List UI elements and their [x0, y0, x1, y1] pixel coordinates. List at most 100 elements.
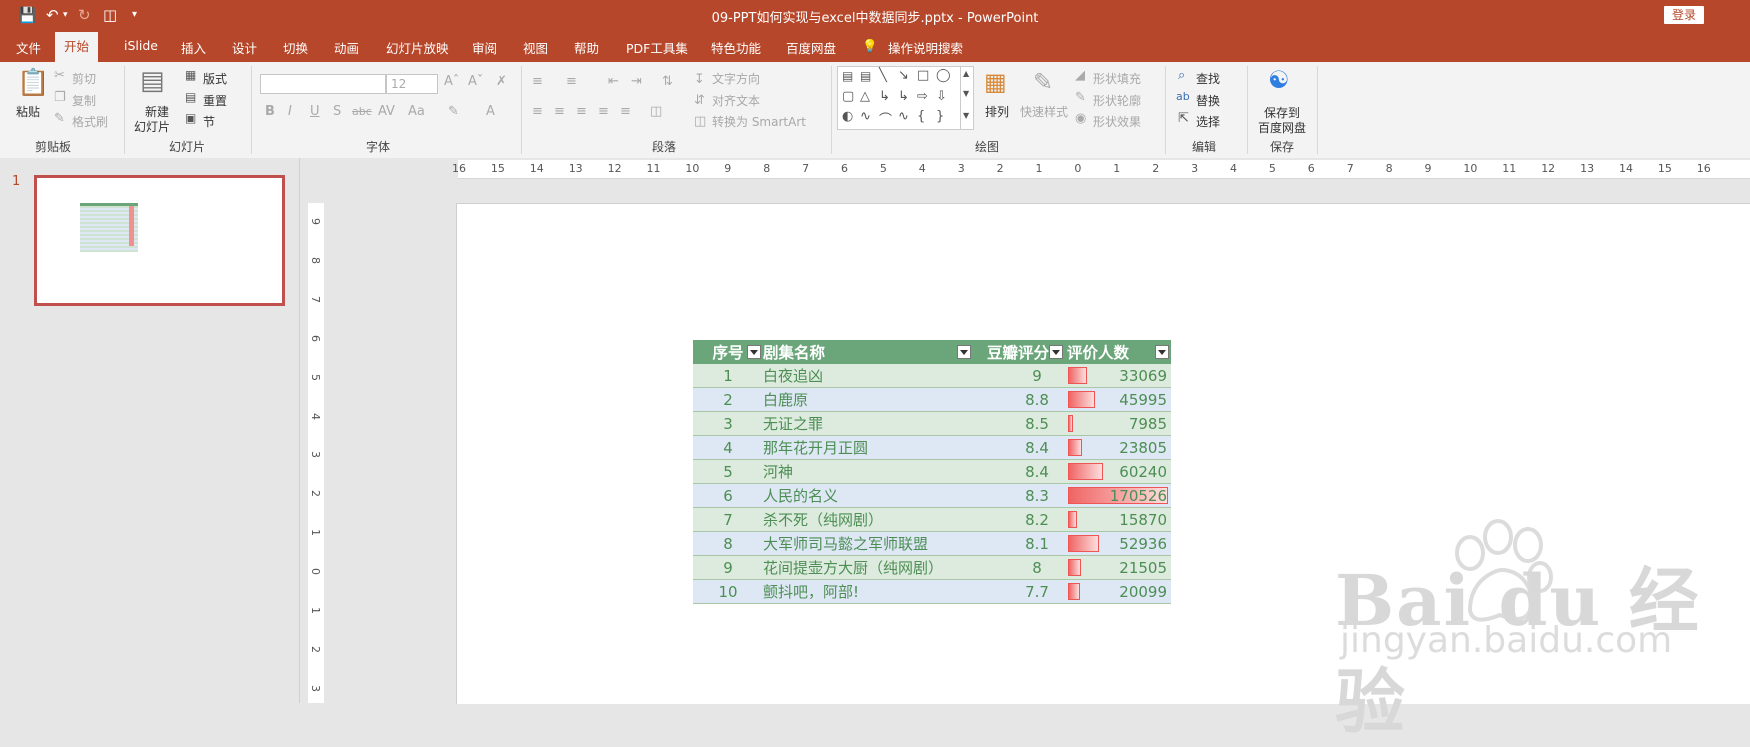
table-row[interactable]: 4 那年花开月正圆 8.4 23805 [693, 435, 1171, 460]
table-cell-score[interactable]: 8 [973, 555, 1065, 580]
tab-animations[interactable]: 动画 [334, 38, 359, 57]
table-cell-name[interactable]: 那年花开月正圆 [763, 435, 973, 460]
filter-dropdown-button[interactable] [747, 345, 761, 359]
text-direction-button[interactable]: 文字方向 [712, 70, 760, 87]
font-color-button[interactable]: A [486, 104, 495, 119]
triangle-shape-icon[interactable]: △ [860, 89, 870, 104]
new-slide-icon[interactable]: ▤ [140, 66, 165, 96]
align-right-icon[interactable]: ≡ [576, 104, 587, 119]
right-brace-shape-icon[interactable]: } [936, 109, 944, 124]
login-button[interactable]: 登录 [1664, 6, 1704, 24]
tab-insert[interactable]: 插入 [181, 38, 206, 57]
table-cell-score[interactable]: 8.2 [973, 507, 1065, 532]
vertical-textbox-shape-icon[interactable]: ▤ [860, 69, 871, 83]
wave-shape-icon[interactable]: ∿ [898, 109, 909, 124]
grow-font-icon[interactable]: Aˆ [444, 74, 459, 89]
data-table[interactable]: 序号 剧集名称 豆瓣评分 评价人数 1 白夜追凶 9 33069 2 白鹿原 8.8 4599… [693, 340, 1171, 604]
curve-shape-icon[interactable]: ⌒ [879, 109, 892, 128]
left-brace-shape-icon[interactable]: { [917, 109, 925, 124]
vertical-ruler[interactable]: 9 8 7 6 5 4 3 2 1 0 1 2 3 [308, 203, 324, 703]
tab-design[interactable]: 设计 [232, 38, 257, 57]
table-cell-score[interactable]: 8.1 [973, 531, 1065, 556]
table-cell-score[interactable]: 8.3 [973, 483, 1065, 508]
cut-button[interactable]: 剪切 [72, 70, 96, 87]
freeform-shape-icon[interactable]: ◐ [842, 109, 853, 124]
table-cell-id[interactable]: 6 [693, 483, 763, 508]
align-center-icon[interactable]: ≡ [554, 104, 565, 119]
font-size-select[interactable]: 12 [386, 74, 438, 94]
new-slide-label-2[interactable]: 幻灯片 [134, 118, 170, 135]
table-cell-id[interactable]: 8 [693, 531, 763, 556]
table-cell-name[interactable]: 花间提壶方大厨（纯网剧） [763, 555, 973, 580]
table-row[interactable]: 2 白鹿原 8.8 45995 [693, 387, 1171, 412]
shape-outline-button[interactable]: 形状轮廓 [1093, 92, 1141, 109]
shape-effects-button[interactable]: 形状效果 [1093, 113, 1141, 130]
tab-pdf-tools[interactable]: PDF工具集 [626, 38, 688, 57]
table-cell-count[interactable]: 33069 [1065, 364, 1171, 388]
table-cell-count[interactable]: 52936 [1065, 531, 1171, 556]
right-arrow-shape-icon[interactable]: ⇨ [917, 89, 928, 104]
textbox-shape-icon[interactable]: ▤ [842, 69, 853, 83]
distribute-icon[interactable]: ≡ [620, 104, 631, 119]
table-cell-score[interactable]: 8.8 [973, 387, 1065, 412]
table-row[interactable]: 7 杀不死（纯网剧） 8.2 15870 [693, 507, 1171, 532]
convert-smartart-button[interactable]: 转换为 SmartArt [712, 113, 806, 130]
table-cell-id[interactable]: 10 [693, 579, 763, 604]
tab-transitions[interactable]: 切换 [283, 38, 308, 57]
align-text-button[interactable]: 对齐文本 [712, 92, 760, 109]
arrange-button[interactable]: 排列 [985, 103, 1009, 120]
select-button[interactable]: 选择 [1196, 113, 1220, 130]
table-cell-score[interactable]: 7.7 [973, 579, 1065, 604]
tab-file[interactable]: 文件 [16, 38, 41, 57]
tab-baidu-netdisk[interactable]: 百度网盘 [786, 38, 836, 57]
filter-dropdown-button[interactable] [1155, 345, 1169, 359]
format-painter-button[interactable]: 格式刷 [72, 113, 108, 130]
table-cell-name[interactable]: 大军师司马懿之军师联盟 [763, 531, 973, 556]
tab-special-features[interactable]: 特色功能 [711, 38, 761, 57]
down-arrow-shape-icon[interactable]: ⇩ [936, 89, 947, 104]
table-row[interactable]: 5 河神 8.4 60240 [693, 459, 1171, 484]
quick-styles-button[interactable]: 快速样式 [1020, 103, 1068, 120]
layout-button[interactable]: 版式 [203, 70, 227, 87]
font-family-select[interactable] [260, 74, 386, 94]
table-cell-id[interactable]: 4 [693, 435, 763, 460]
table-row[interactable]: 1 白夜追凶 9 33069 [693, 364, 1171, 388]
table-cell-name[interactable]: 白鹿原 [763, 387, 973, 412]
quick-styles-icon[interactable]: ✎ [1033, 68, 1053, 96]
paste-icon[interactable]: 📋 [17, 68, 49, 98]
copy-button[interactable]: 复制 [72, 92, 96, 109]
shadow-button[interactable]: S [333, 104, 341, 119]
shape-fill-button[interactable]: 形状填充 [1093, 70, 1141, 87]
scroll-down-icon[interactable]: ▼ [963, 89, 969, 98]
shapes-scroll[interactable]: ▲ ▼ ▼ [960, 66, 974, 130]
table-cell-count[interactable]: 23805 [1065, 435, 1171, 460]
table-cell-count[interactable]: 20099 [1065, 579, 1171, 604]
paste-button[interactable]: 粘贴 [16, 103, 40, 120]
shapes-gallery[interactable]: ▤ ▤ ╲ ↘ □ ◯ ▢ △ ↳ ↳ ⇨ ⇩ ◐ ∿ ⌒ ∿ { } [837, 66, 961, 130]
numbering-icon[interactable]: ≡ [566, 74, 577, 89]
table-cell-count[interactable]: 45995 [1065, 387, 1171, 412]
baidu-netdisk-icon[interactable]: ☯ [1268, 66, 1290, 94]
table-cell-score[interactable]: 8.5 [973, 411, 1065, 436]
change-case-button[interactable]: Aa [408, 104, 425, 119]
scribble-shape-icon[interactable]: ∿ [860, 109, 871, 124]
table-cell-name[interactable]: 无证之罪 [763, 411, 973, 436]
replace-button[interactable]: 替换 [1196, 92, 1220, 109]
table-row[interactable]: 6 人民的名义 8.3 170526 [693, 483, 1171, 508]
table-row[interactable]: 3 无证之罪 8.5 7985 [693, 411, 1171, 436]
rectangle-shape-icon[interactable]: □ [917, 68, 929, 83]
slide-thumbnail[interactable] [34, 175, 285, 306]
tab-review[interactable]: 审阅 [472, 38, 497, 57]
table-cell-id[interactable]: 7 [693, 507, 763, 532]
tab-home[interactable]: 开始 [55, 32, 99, 62]
elbow-connector-shape-icon[interactable]: ↳ [879, 89, 890, 104]
bullets-icon[interactable]: ≡ [532, 74, 543, 89]
section-button[interactable]: 节 [203, 113, 215, 130]
tab-islide[interactable]: iSlide [124, 38, 158, 53]
table-row[interactable]: 9 花间提壶方大厨（纯网剧） 8 21505 [693, 555, 1171, 580]
table-cell-count[interactable]: 60240 [1065, 459, 1171, 484]
increase-indent-icon[interactable]: ⇥ [631, 74, 642, 89]
char-spacing-button[interactable]: AV [378, 104, 395, 119]
line-spacing-icon[interactable]: ⇅ [662, 74, 673, 89]
table-row[interactable]: 8 大军师司马懿之军师联盟 8.1 52936 [693, 531, 1171, 556]
